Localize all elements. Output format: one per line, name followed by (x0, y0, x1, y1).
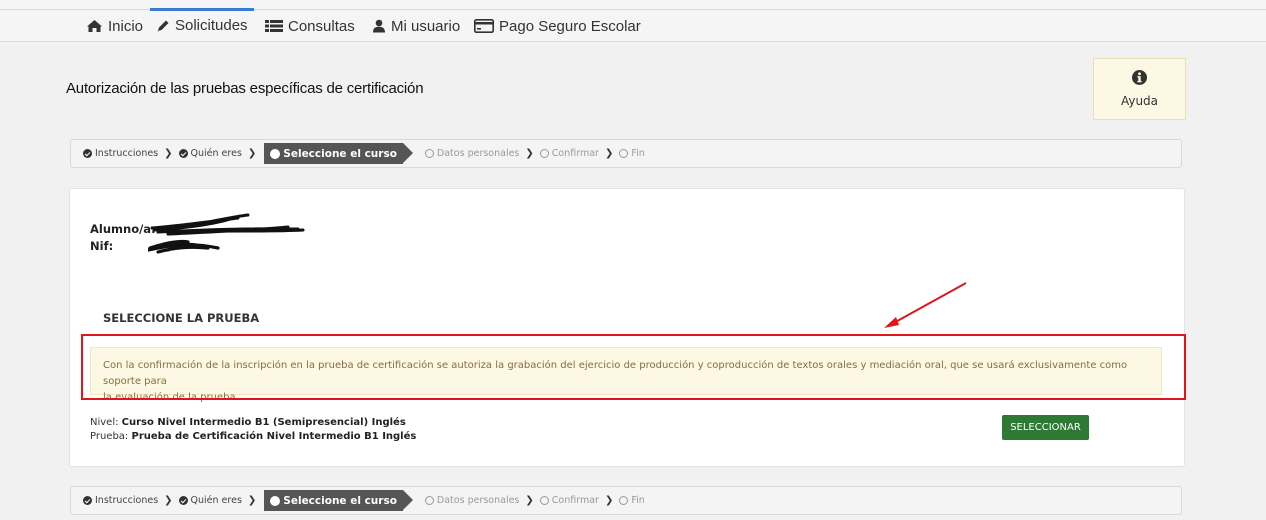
step-fin: Fin (619, 495, 645, 506)
wizard-steps-top: Instrucciones ❯ Quién eres ❯ Seleccione … (70, 139, 1182, 168)
circle-outline-icon (619, 149, 629, 158)
nivel-label: Nivel: (90, 417, 119, 428)
page-title: Autorización de las pruebas específicas … (66, 80, 424, 97)
step-seleccione-el-curso: Seleccione el curso (264, 143, 413, 164)
chevron-right-icon: ❯ (604, 495, 614, 506)
circle-outline-icon (539, 149, 549, 158)
step-label: Datos personales (436, 148, 520, 159)
step-quien-eres[interactable]: Quién eres (178, 148, 242, 159)
step-instrucciones[interactable]: Instrucciones (83, 495, 158, 506)
course-prueba: Prueba: Prueba de Certificación Nivel In… (90, 431, 416, 442)
chevron-right-icon: ❯ (525, 495, 534, 506)
prueba-label: Prueba: (90, 431, 129, 442)
step-label: Fin (631, 495, 645, 506)
pencil-icon (156, 19, 170, 33)
help-button[interactable]: Ayuda (1093, 58, 1186, 120)
chevron-right-icon: ❯ (525, 148, 534, 159)
circle-icon (270, 495, 281, 506)
nav-label: Mi usuario (391, 17, 461, 35)
step-instrucciones[interactable]: Instrucciones (83, 148, 158, 159)
chevron-right-icon: ❯ (164, 495, 173, 506)
student-nif: Nif: (90, 239, 113, 253)
circle-outline-icon (619, 496, 629, 505)
step-label: Quién eres (190, 495, 242, 506)
nav-label: Solicitudes (175, 17, 248, 34)
step-label: Instrucciones (95, 148, 159, 159)
wizard-steps-bottom: Instrucciones ❯ Quién eres ❯ Seleccione … (70, 486, 1182, 515)
info-icon (1132, 70, 1147, 90)
redaction-scribble (148, 213, 305, 254)
check-circle-icon (178, 149, 188, 158)
check-circle-icon (83, 149, 92, 158)
chevron-right-icon: ❯ (247, 495, 257, 506)
circle-outline-icon (424, 496, 434, 505)
nav-label: Pago Seguro Escolar (499, 17, 641, 35)
nav-item-solicitudes[interactable]: Solicitudes (150, 8, 254, 40)
step-label: Datos personales (436, 495, 520, 506)
step-fin: Fin (619, 148, 645, 159)
step-label: Fin (631, 148, 645, 159)
step-label: Confirmar (551, 148, 599, 159)
top-nav: Inicio Solicitudes Consultas Mi usuario … (0, 0, 1266, 42)
nav-item-inicio[interactable]: Inicio (86, 10, 143, 42)
home-icon (86, 19, 103, 33)
prueba-value: Prueba de Certificación Nivel Intermedio… (131, 431, 417, 442)
step-label: Seleccione el curso (283, 494, 397, 507)
student-name: Alumno/a: (90, 222, 156, 236)
help-label: Ayuda (1120, 94, 1159, 108)
step-datos-personales: Datos personales (424, 148, 520, 159)
chevron-right-icon: ❯ (164, 148, 173, 159)
list-icon (265, 19, 283, 33)
step-label: Confirmar (551, 495, 599, 506)
step-confirmar: Confirmar (539, 148, 599, 159)
check-circle-icon (83, 496, 92, 505)
step-label: Quién eres (190, 148, 242, 159)
nav-item-pago-seguro-escolar[interactable]: Pago Seguro Escolar (474, 10, 641, 42)
nav-label: Consultas (288, 17, 355, 35)
step-seleccione-el-curso: Seleccione el curso (264, 490, 413, 511)
course-nivel: Nivel: Curso Nivel Intermedio B1 (Semipr… (90, 417, 406, 428)
chevron-right-icon: ❯ (247, 148, 257, 159)
circle-icon (270, 148, 281, 159)
user-icon (372, 19, 386, 33)
check-circle-icon (178, 496, 188, 505)
nav-item-consultas[interactable]: Consultas (265, 10, 355, 42)
nav-item-mi-usuario[interactable]: Mi usuario (372, 10, 460, 42)
step-quien-eres[interactable]: Quién eres (178, 495, 242, 506)
circle-outline-icon (424, 149, 434, 158)
step-label: Instrucciones (95, 495, 159, 506)
step-datos-personales: Datos personales (424, 495, 520, 506)
chevron-right-icon: ❯ (604, 148, 614, 159)
annotation-highlight-box (81, 334, 1186, 400)
section-title: SELECCIONE LA PRUEBA (103, 311, 260, 325)
nav-label: Inicio (108, 17, 144, 35)
select-course-button[interactable]: SELECCIONAR (1002, 415, 1089, 440)
step-confirmar: Confirmar (539, 495, 599, 506)
student-name-label: Alumno/a: (90, 222, 156, 236)
student-nif-label: Nif: (90, 239, 114, 253)
nivel-value: Curso Nivel Intermedio B1 (Semipresencia… (121, 417, 406, 428)
credit-card-icon (474, 19, 494, 33)
circle-outline-icon (539, 496, 549, 505)
step-label: Seleccione el curso (283, 147, 397, 160)
